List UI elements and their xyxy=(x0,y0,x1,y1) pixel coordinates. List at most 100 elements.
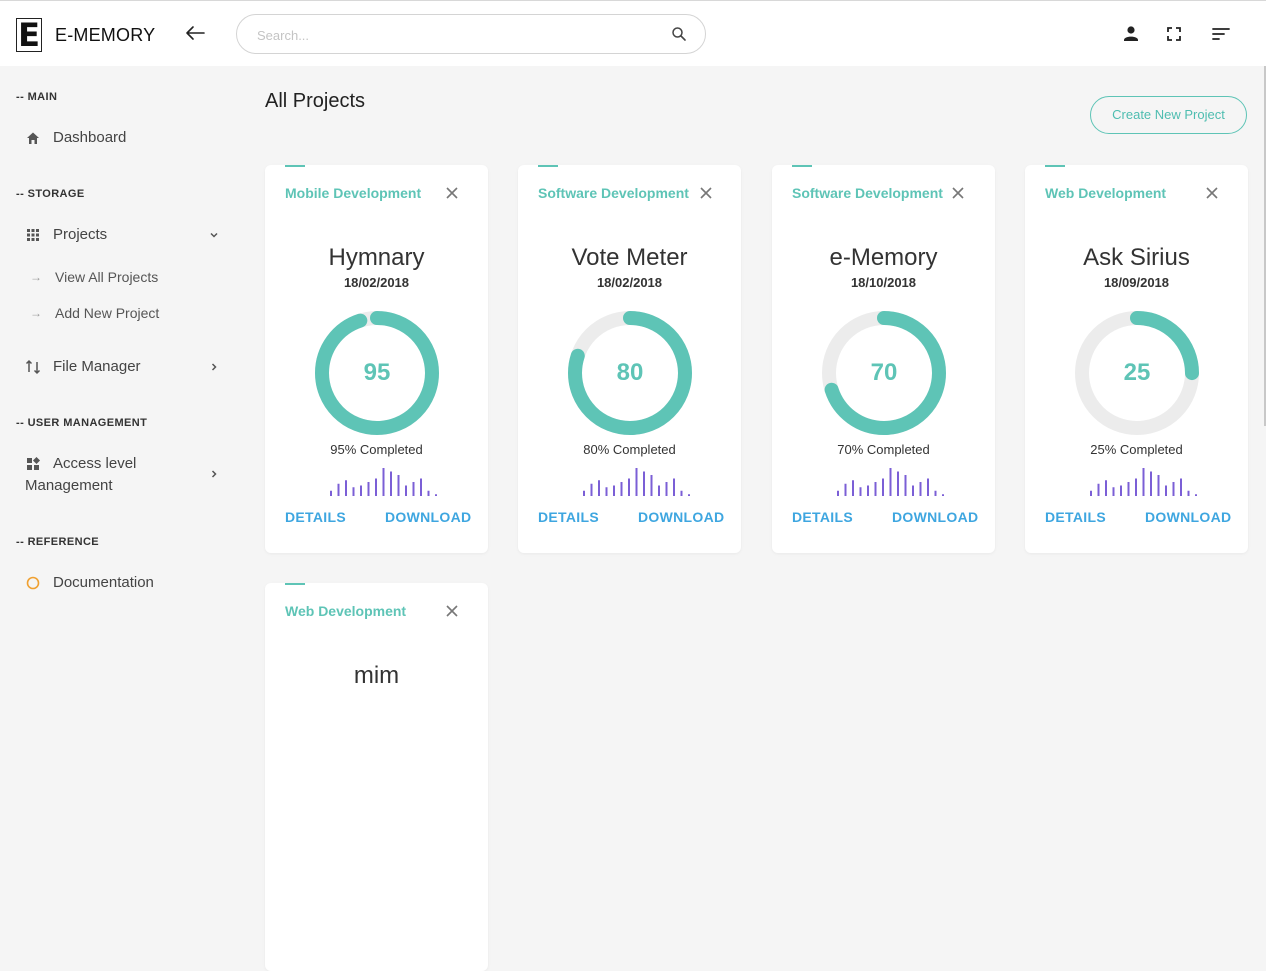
sparkline-bar xyxy=(867,485,869,496)
project-category: Software Development xyxy=(538,185,689,201)
sparkline-bar xyxy=(1120,485,1122,496)
sparkline-bar xyxy=(613,485,615,496)
project-name: Vote Meter xyxy=(571,244,688,271)
chevron-down-icon[interactable] xyxy=(208,229,220,241)
sidebar-item-add-new-project[interactable]: → Add New Project xyxy=(30,305,159,321)
sparkline-bar xyxy=(1097,483,1100,496)
sparkline-bar xyxy=(360,485,362,496)
project-date: 18/02/2018 xyxy=(596,275,663,290)
app-name: E-MEMORY xyxy=(55,24,156,45)
project-date: 18/09/2018 xyxy=(1103,275,1170,290)
sparkline-bar xyxy=(1195,494,1197,496)
project-date: 18/02/2018 xyxy=(343,275,410,290)
sidebar-item-documentation[interactable]: Documentation xyxy=(25,574,154,591)
project-name: Hymnary xyxy=(328,244,425,271)
sparkline-bar xyxy=(912,485,914,496)
sparkline-bar xyxy=(680,490,683,496)
sparkline-bar xyxy=(352,487,355,496)
sparkline-bar xyxy=(1105,480,1107,496)
sparkline-bar xyxy=(1187,490,1190,496)
project-name: mim xyxy=(353,662,400,689)
card-accent xyxy=(1045,165,1065,167)
close-icon[interactable] xyxy=(951,186,965,200)
sidebar-item-dashboard[interactable]: Dashboard xyxy=(25,129,126,146)
sparkline-bar xyxy=(1150,471,1152,496)
sidebar-item-label: Projects xyxy=(53,226,108,243)
create-new-project-button[interactable]: Create New Project xyxy=(1090,96,1247,134)
section-main: -- MAIN xyxy=(16,91,58,103)
sparkline-bar xyxy=(927,478,929,496)
sparkline-bar xyxy=(904,475,907,496)
sparkline-bar xyxy=(590,483,593,496)
details-button[interactable]: DETAILS xyxy=(285,509,346,525)
grid-icon xyxy=(27,228,39,241)
sparkline-bar xyxy=(658,485,660,496)
top-bar: E E-MEMORY xyxy=(0,0,1266,66)
close-icon[interactable] xyxy=(445,604,459,618)
card-accent xyxy=(538,165,558,167)
sparkline-bar xyxy=(919,482,922,496)
sidebar-item-label: Add New Project xyxy=(55,305,160,321)
sidebar-item-label: Documentation xyxy=(53,574,154,591)
sparkline-bar xyxy=(859,487,862,496)
sparkline-bar xyxy=(643,471,645,496)
download-button[interactable]: DOWNLOAD xyxy=(638,509,724,525)
card-accent xyxy=(285,165,305,167)
sparkline-bar xyxy=(1127,482,1130,496)
sparkline-bar xyxy=(635,468,638,496)
circle-outline-icon xyxy=(26,576,40,589)
sidebar-item-view-all-projects[interactable]: → View All Projects xyxy=(30,269,158,285)
sparkline-bar xyxy=(405,485,407,496)
arrow-right-icon: → xyxy=(30,270,42,284)
back-arrow-icon[interactable] xyxy=(184,23,206,43)
details-button[interactable]: DETAILS xyxy=(792,509,853,525)
progress-ring: 70 xyxy=(820,309,948,437)
sidebar-item-label-line2: Management xyxy=(25,477,113,494)
project-category: Mobile Development xyxy=(285,185,422,201)
sparkline-bar xyxy=(435,494,437,496)
fullscreen-icon[interactable] xyxy=(1163,23,1185,45)
chevron-right-icon[interactable] xyxy=(208,361,220,373)
search-icon[interactable] xyxy=(671,26,687,42)
project-name: e-Memory xyxy=(829,244,938,271)
sparkline-bar xyxy=(390,471,392,496)
sidebar-item-projects[interactable]: Projects xyxy=(25,226,107,243)
progress-ring: 95 xyxy=(313,309,441,437)
sparkline-bar xyxy=(367,482,370,496)
sparkline-bar xyxy=(397,475,400,496)
brand[interactable]: E E-MEMORY xyxy=(16,18,155,52)
sparkline-bar xyxy=(882,478,884,496)
progress-ring: 25 xyxy=(1073,309,1201,437)
sparkline-bar xyxy=(1142,468,1145,496)
search-input[interactable] xyxy=(255,24,659,46)
sidebar-item-label: Management xyxy=(25,477,113,494)
close-icon[interactable] xyxy=(1205,186,1219,200)
sidebar-item-file-manager[interactable]: File Manager xyxy=(25,358,141,375)
sidebar-item-access-level-management[interactable]: Access level xyxy=(25,455,136,472)
download-button[interactable]: DOWNLOAD xyxy=(385,509,471,525)
sparkline-bar xyxy=(598,480,600,496)
project-card: Software Development e-Memory 18/10/2018 70… xyxy=(772,165,995,553)
chevron-right-icon[interactable] xyxy=(208,468,220,480)
sparkline-bar xyxy=(620,482,623,496)
close-icon[interactable] xyxy=(699,186,713,200)
user-icon[interactable] xyxy=(1120,23,1142,45)
download-button[interactable]: DOWNLOAD xyxy=(1145,509,1231,525)
sort-lines-icon[interactable] xyxy=(1210,23,1232,45)
close-icon[interactable] xyxy=(445,186,459,200)
progress-ring: 80 xyxy=(566,309,694,437)
details-button[interactable]: DETAILS xyxy=(538,509,599,525)
progress-value: 25 xyxy=(1123,359,1151,386)
download-button[interactable]: DOWNLOAD xyxy=(892,509,978,525)
sparkline-bar xyxy=(420,478,422,496)
sparkline-bar xyxy=(330,490,332,496)
project-date: 18/10/2018 xyxy=(850,275,917,290)
project-card: Web Development mim xyxy=(265,583,488,971)
sparkline-bar xyxy=(650,475,653,496)
details-button[interactable]: DETAILS xyxy=(1045,509,1106,525)
sidebar-item-label: Access level xyxy=(53,455,137,472)
sidebar-item-label: Dashboard xyxy=(53,129,127,146)
sparkline-bar xyxy=(337,483,340,496)
sparkline-bar xyxy=(345,480,347,496)
project-card: Web Development Ask Sirius 18/09/2018 25 25%… xyxy=(1025,165,1248,553)
